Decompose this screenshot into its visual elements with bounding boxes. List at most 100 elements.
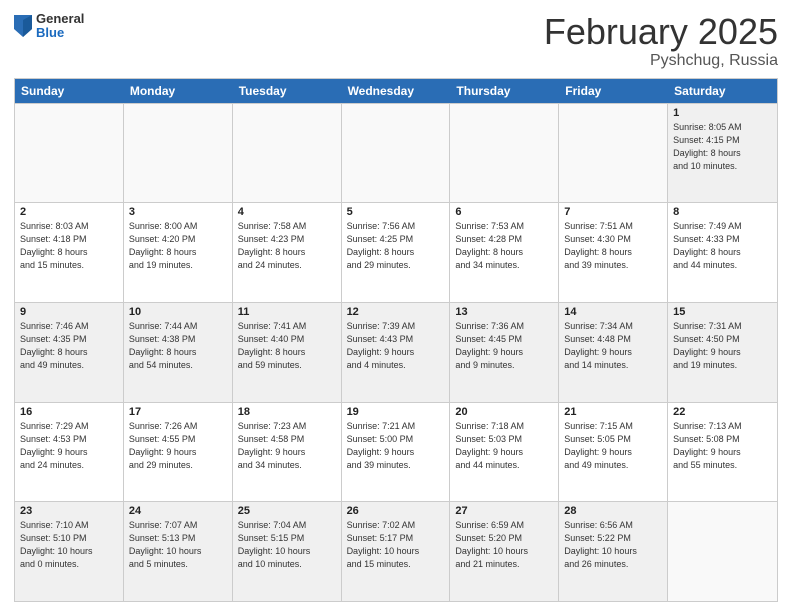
table-row — [559, 104, 668, 203]
day-number: 1 — [673, 107, 772, 119]
table-row: 16 Sunrise: 7:29 AM Sunset: 4:53 PM Dayli… — [15, 403, 124, 502]
day-info: Sunrise: 7:18 AM Sunset: 5:03 PM Dayligh… — [455, 420, 553, 472]
day-info: Sunrise: 7:13 AM Sunset: 5:08 PM Dayligh… — [673, 420, 772, 472]
day-info: Sunrise: 7:02 AM Sunset: 5:17 PM Dayligh… — [347, 519, 445, 571]
day-info: Sunrise: 7:49 AM Sunset: 4:33 PM Dayligh… — [673, 220, 772, 272]
day-number: 9 — [20, 306, 118, 318]
day-info: Sunrise: 7:15 AM Sunset: 5:05 PM Dayligh… — [564, 420, 662, 472]
page: General Blue February 2025 Pyshchug, Rus… — [0, 0, 792, 612]
day-number: 26 — [347, 505, 445, 517]
logo-icon — [14, 15, 32, 37]
day-number: 2 — [20, 206, 118, 218]
day-info: Sunrise: 7:51 AM Sunset: 4:30 PM Dayligh… — [564, 220, 662, 272]
table-row — [668, 502, 777, 601]
day-info: Sunrise: 7:44 AM Sunset: 4:38 PM Dayligh… — [129, 320, 227, 372]
header-cell-friday: Friday — [559, 79, 668, 103]
table-row — [233, 104, 342, 203]
calendar: SundayMondayTuesdayWednesdayThursdayFrid… — [14, 78, 778, 602]
table-row: 17 Sunrise: 7:26 AM Sunset: 4:55 PM Dayli… — [124, 403, 233, 502]
day-number: 22 — [673, 406, 772, 418]
day-info: Sunrise: 8:03 AM Sunset: 4:18 PM Dayligh… — [20, 220, 118, 272]
header-cell-saturday: Saturday — [668, 79, 777, 103]
day-number: 13 — [455, 306, 553, 318]
day-number: 23 — [20, 505, 118, 517]
day-number: 3 — [129, 206, 227, 218]
day-info: Sunrise: 7:29 AM Sunset: 4:53 PM Dayligh… — [20, 420, 118, 472]
day-info: Sunrise: 7:36 AM Sunset: 4:45 PM Dayligh… — [455, 320, 553, 372]
header-cell-wednesday: Wednesday — [342, 79, 451, 103]
table-row: 28 Sunrise: 6:56 AM Sunset: 5:22 PM Dayli… — [559, 502, 668, 601]
day-info: Sunrise: 7:31 AM Sunset: 4:50 PM Dayligh… — [673, 320, 772, 372]
table-row — [342, 104, 451, 203]
table-row: 2 Sunrise: 8:03 AM Sunset: 4:18 PM Daylig… — [15, 203, 124, 302]
header-cell-monday: Monday — [124, 79, 233, 103]
day-info: Sunrise: 7:39 AM Sunset: 4:43 PM Dayligh… — [347, 320, 445, 372]
day-info: Sunrise: 7:58 AM Sunset: 4:23 PM Dayligh… — [238, 220, 336, 272]
table-row: 27 Sunrise: 6:59 AM Sunset: 5:20 PM Dayli… — [450, 502, 559, 601]
day-number: 16 — [20, 406, 118, 418]
table-row: 4 Sunrise: 7:58 AM Sunset: 4:23 PM Daylig… — [233, 203, 342, 302]
table-row: 7 Sunrise: 7:51 AM Sunset: 4:30 PM Daylig… — [559, 203, 668, 302]
table-row: 15 Sunrise: 7:31 AM Sunset: 4:50 PM Dayli… — [668, 303, 777, 402]
day-number: 4 — [238, 206, 336, 218]
day-info: Sunrise: 7:34 AM Sunset: 4:48 PM Dayligh… — [564, 320, 662, 372]
table-row: 12 Sunrise: 7:39 AM Sunset: 4:43 PM Dayli… — [342, 303, 451, 402]
day-number: 7 — [564, 206, 662, 218]
week-row-3: 9 Sunrise: 7:46 AM Sunset: 4:35 PM Daylig… — [15, 302, 777, 402]
table-row — [15, 104, 124, 203]
day-info: Sunrise: 8:05 AM Sunset: 4:15 PM Dayligh… — [673, 121, 772, 173]
table-row: 24Sunrise: 7:07 AM Sunset: 5:13 PM Dayli… — [124, 502, 233, 601]
table-row: 22 Sunrise: 7:13 AM Sunset: 5:08 PM Dayli… — [668, 403, 777, 502]
table-row: 1 Sunrise: 8:05 AM Sunset: 4:15 PM Daylig… — [668, 104, 777, 203]
header: General Blue February 2025 Pyshchug, Rus… — [14, 12, 778, 70]
table-row: 9 Sunrise: 7:46 AM Sunset: 4:35 PM Daylig… — [15, 303, 124, 402]
day-number: 17 — [129, 406, 227, 418]
table-row: 20 Sunrise: 7:18 AM Sunset: 5:03 PM Dayli… — [450, 403, 559, 502]
day-number: 25 — [238, 505, 336, 517]
day-number: 10 — [129, 306, 227, 318]
day-number: 11 — [238, 306, 336, 318]
title-block: February 2025 Pyshchug, Russia — [544, 12, 778, 70]
logo-line2: Blue — [36, 26, 84, 40]
day-number: 14 — [564, 306, 662, 318]
table-row: 6Sunrise: 7:53 AM Sunset: 4:28 PM Daylig… — [450, 203, 559, 302]
day-number: 15 — [673, 306, 772, 318]
day-number: 21 — [564, 406, 662, 418]
week-row-5: 23 Sunrise: 7:10 AM Sunset: 5:10 PM Dayli… — [15, 501, 777, 601]
main-title: February 2025 — [544, 12, 778, 52]
header-cell-tuesday: Tuesday — [233, 79, 342, 103]
table-row: 3 Sunrise: 8:00 AM Sunset: 4:20 PM Daylig… — [124, 203, 233, 302]
day-info: Sunrise: 7:56 AM Sunset: 4:25 PM Dayligh… — [347, 220, 445, 272]
day-info: Sunrise: 7:23 AM Sunset: 4:58 PM Dayligh… — [238, 420, 336, 472]
day-number: 12 — [347, 306, 445, 318]
table-row: 21 Sunrise: 7:15 AM Sunset: 5:05 PM Dayli… — [559, 403, 668, 502]
table-row: 5 Sunrise: 7:56 AM Sunset: 4:25 PM Daylig… — [342, 203, 451, 302]
day-info: Sunrise: 7:46 AM Sunset: 4:35 PM Dayligh… — [20, 320, 118, 372]
day-info: Sunrise: 6:59 AM Sunset: 5:20 PM Dayligh… — [455, 519, 553, 571]
day-info: Sunrise: 7:53 AM Sunset: 4:28 PM Dayligh… — [455, 220, 553, 272]
day-number: 24 — [129, 505, 227, 517]
day-number: 18 — [238, 406, 336, 418]
logo-text: General Blue — [36, 12, 84, 41]
day-number: 8 — [673, 206, 772, 218]
table-row: 14 Sunrise: 7:34 AM Sunset: 4:48 PM Dayli… — [559, 303, 668, 402]
day-info: Sunrise: 7:10 AM Sunset: 5:10 PM Dayligh… — [20, 519, 118, 571]
calendar-header: SundayMondayTuesdayWednesdayThursdayFrid… — [15, 79, 777, 103]
day-info: Sunrise: 7:04 AM Sunset: 5:15 PM Dayligh… — [238, 519, 336, 571]
calendar-body: 1 Sunrise: 8:05 AM Sunset: 4:15 PM Daylig… — [15, 103, 777, 601]
table-row: 25 Sunrise: 7:04 AM Sunset: 5:15 PM Dayli… — [233, 502, 342, 601]
logo-line1: General — [36, 12, 84, 26]
table-row: 8 Sunrise: 7:49 AM Sunset: 4:33 PM Daylig… — [668, 203, 777, 302]
day-info: Sunrise: 7:26 AM Sunset: 4:55 PM Dayligh… — [129, 420, 227, 472]
table-row — [450, 104, 559, 203]
day-info: Sunrise: 6:56 AM Sunset: 5:22 PM Dayligh… — [564, 519, 662, 571]
day-number: 5 — [347, 206, 445, 218]
table-row: 26 Sunrise: 7:02 AM Sunset: 5:17 PM Dayli… — [342, 502, 451, 601]
sub-title: Pyshchug, Russia — [544, 52, 778, 70]
table-row: 13 Sunrise: 7:36 AM Sunset: 4:45 PM Dayli… — [450, 303, 559, 402]
header-cell-thursday: Thursday — [450, 79, 559, 103]
day-info: Sunrise: 8:00 AM Sunset: 4:20 PM Dayligh… — [129, 220, 227, 272]
day-number: 27 — [455, 505, 553, 517]
day-number: 28 — [564, 505, 662, 517]
day-number: 20 — [455, 406, 553, 418]
